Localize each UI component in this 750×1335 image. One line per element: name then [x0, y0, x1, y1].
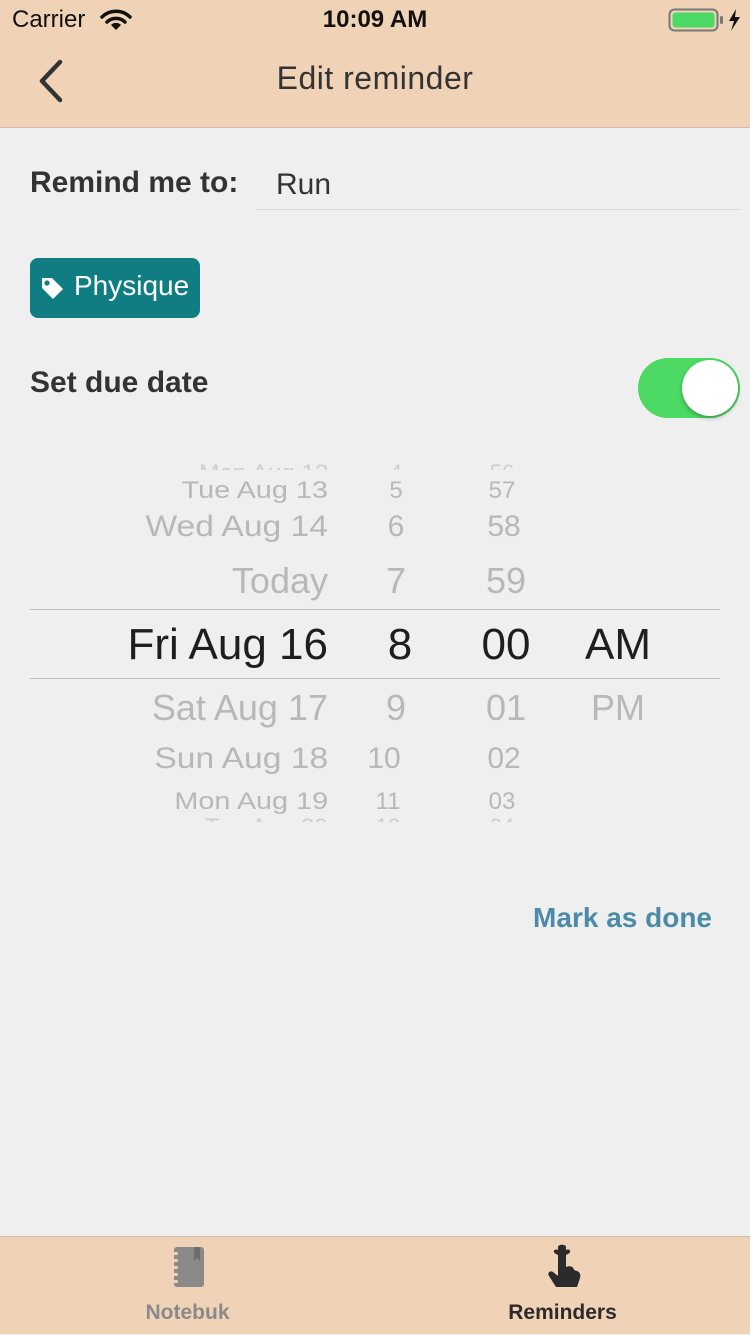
- picker-minute-item[interactable]: 56: [452, 460, 552, 470]
- tab-label: Notebuk: [145, 1301, 230, 1324]
- page-title: Edit reminder: [276, 60, 474, 96]
- battery-charging-icon: [668, 8, 740, 32]
- picker-hour-item[interactable]: 7: [346, 560, 446, 602]
- mark-as-done-button[interactable]: Mark as done: [533, 902, 712, 934]
- picker-date-item[interactable]: Mon Aug 19: [174, 788, 328, 816]
- picker-date-item[interactable]: Tue Aug 20: [205, 814, 328, 822]
- picker-date-item[interactable]: Sat Aug 17: [152, 687, 328, 729]
- tag-icon: [42, 278, 63, 299]
- picker-minute-item[interactable]: 58: [454, 510, 554, 544]
- picker-hour-item[interactable]: 12: [338, 814, 438, 822]
- due-date-toggle[interactable]: [638, 358, 740, 418]
- picker-date-item[interactable]: Sun Aug 18: [154, 742, 328, 776]
- picker-minute-item[interactable]: 59: [456, 560, 556, 602]
- reminder-text-input[interactable]: [256, 160, 740, 210]
- tag-label: Physique: [74, 270, 190, 301]
- toggle-knob: [682, 360, 738, 416]
- picker-period-item[interactable]: PM: [568, 687, 668, 729]
- remind-me-label: Remind me to:: [30, 166, 239, 199]
- picker-hour-item[interactable]: 9: [346, 687, 446, 729]
- date-time-picker[interactable]: Mon Aug 12 Tue Aug 13 Wed Aug 14 Today F…: [0, 440, 750, 840]
- picker-minute-item[interactable]: 03: [452, 788, 552, 816]
- picker-period-selected[interactable]: AM: [568, 620, 668, 670]
- picker-hour-item[interactable]: 6: [346, 510, 446, 544]
- reminder-finger-icon: [547, 1244, 580, 1287]
- set-due-date-label: Set due date: [30, 366, 209, 399]
- picker-selection-bottom-line: [30, 678, 720, 679]
- picker-hour-item[interactable]: 4: [346, 460, 446, 470]
- notebook-icon: [169, 1247, 204, 1287]
- tab-bar: Notebuk Reminders: [0, 1236, 750, 1334]
- picker-hour-item[interactable]: 11: [338, 788, 438, 816]
- picker-hour-item[interactable]: 5: [346, 477, 446, 505]
- picker-minute-selected[interactable]: 00: [456, 620, 556, 670]
- picker-minute-item[interactable]: 04: [452, 814, 552, 822]
- tab-notebuk[interactable]: Notebuk: [0, 1237, 375, 1335]
- picker-minute-item[interactable]: 02: [454, 742, 554, 776]
- picker-hour-item[interactable]: 10: [334, 742, 434, 776]
- navigation-bar: Carrier 10:09 AM Edit reminder: [0, 0, 750, 128]
- tab-label: Reminders: [508, 1301, 617, 1324]
- picker-minute-item[interactable]: 57: [452, 477, 552, 505]
- picker-date-selected[interactable]: Fri Aug 16: [127, 620, 328, 670]
- picker-date-item[interactable]: Mon Aug 12: [199, 460, 328, 470]
- picker-minute-item[interactable]: 01: [456, 687, 556, 729]
- picker-date-item[interactable]: Wed Aug 14: [146, 510, 328, 544]
- picker-date-item[interactable]: Today: [232, 560, 328, 602]
- picker-hour-selected[interactable]: 8: [350, 620, 450, 670]
- tag-chip-physique[interactable]: Physique: [30, 258, 200, 318]
- tab-reminders[interactable]: Reminders: [375, 1237, 750, 1335]
- picker-selection-top-line: [30, 609, 720, 610]
- picker-date-item[interactable]: Tue Aug 13: [182, 477, 328, 505]
- clock-label: 10:09 AM: [322, 6, 428, 33]
